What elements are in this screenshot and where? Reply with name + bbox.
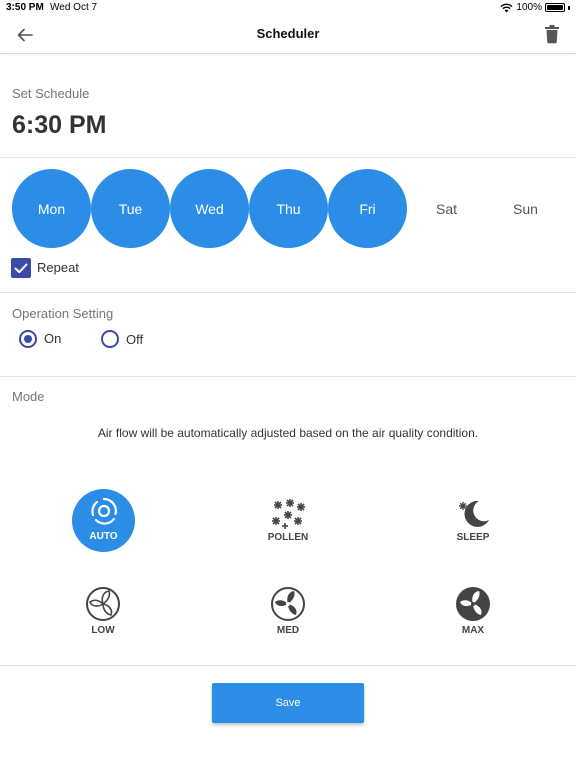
status-date: Wed Oct 7 (50, 2, 98, 13)
day-fri-button[interactable]: Fri (328, 169, 407, 248)
auto-mode-button[interactable]: AUTO (72, 489, 135, 552)
battery-percent: 100% (516, 2, 542, 13)
battery-icon (545, 3, 565, 12)
operation-setting-label: Operation Setting (12, 306, 114, 321)
schedule-time[interactable]: 6:30 PM (12, 111, 106, 140)
status-bar: 3:50 PM Wed Oct 7 100% (0, 0, 576, 16)
med-mode-button[interactable]: MED (243, 586, 333, 656)
day-wed-button[interactable]: Wed (170, 169, 249, 248)
low-mode-label: LOW (91, 625, 115, 636)
moon-icon (459, 500, 489, 527)
pollen-mode-label: POLLEN (267, 532, 309, 543)
operation-on-radio[interactable] (19, 330, 37, 348)
mode-label: Mode (12, 389, 45, 404)
radio-dot (24, 335, 32, 343)
operation-off-radio[interactable] (101, 330, 119, 348)
auto-mode-label: AUTO (89, 531, 118, 542)
low-mode-button[interactable]: LOW (58, 586, 148, 656)
status-right: 100% (500, 2, 570, 13)
auto-icon (91, 497, 117, 525)
sleep-mode-label: SLEEP (456, 532, 490, 543)
day-tue-button[interactable]: Tue (91, 169, 170, 248)
fan-med-icon (271, 587, 305, 621)
nav-bar: Scheduler (0, 16, 576, 54)
pollen-icon (272, 499, 305, 529)
pollen-mode-button[interactable]: POLLEN (243, 495, 333, 565)
fan-low-icon (86, 587, 120, 621)
divider (0, 292, 576, 293)
set-schedule-label: Set Schedule (12, 86, 90, 101)
checkmark-icon (14, 263, 28, 274)
med-mode-label: MED (276, 625, 300, 636)
day-thu-button[interactable]: Thu (249, 169, 328, 248)
battery-cap (568, 5, 570, 10)
operation-off-label: Off (126, 332, 144, 347)
operation-on-label: On (44, 331, 62, 346)
day-sun-button[interactable]: Sun (486, 169, 565, 248)
divider (0, 376, 576, 377)
sleep-mode-button[interactable]: SLEEP (428, 495, 518, 565)
fan-max-icon (456, 587, 490, 621)
trash-icon[interactable] (544, 24, 560, 44)
status-time: 3:50 PM (6, 2, 44, 13)
max-mode-label: MAX (461, 625, 485, 636)
repeat-label: Repeat (37, 260, 79, 275)
divider (0, 157, 576, 158)
day-sat-button[interactable]: Sat (407, 169, 486, 248)
divider (0, 665, 576, 666)
day-mon-button[interactable]: Mon (12, 169, 91, 248)
max-mode-button[interactable]: MAX (428, 586, 518, 656)
page-title: Scheduler (256, 26, 320, 41)
wifi-icon (500, 3, 513, 12)
mode-description: Air flow will be automatically adjusted … (97, 426, 479, 440)
save-button[interactable]: Save (212, 683, 364, 723)
repeat-checkbox[interactable] (11, 258, 31, 278)
